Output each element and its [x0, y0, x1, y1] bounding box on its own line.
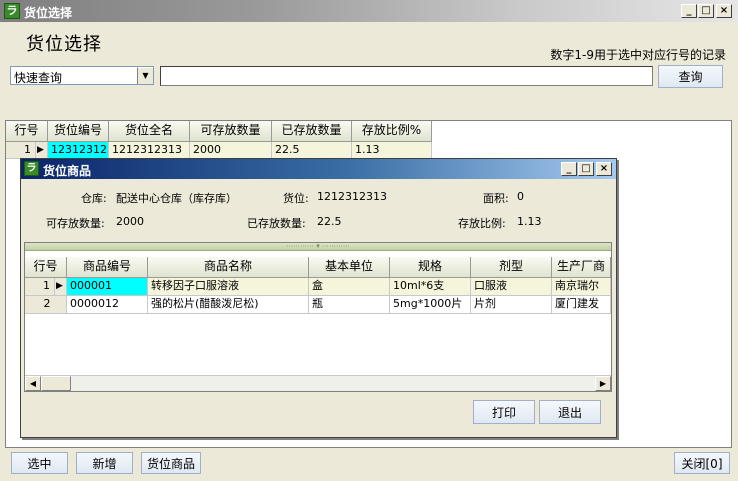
dialog-title: 货位商品 — [43, 164, 92, 178]
spec-cell[interactable]: 5mg*1000片 — [390, 296, 471, 314]
minimize-button[interactable]: _ — [681, 4, 697, 18]
ratio-cell[interactable]: 1.13 — [352, 142, 432, 159]
row-number: 1 — [6, 142, 36, 159]
exit-button[interactable]: 退出 — [539, 400, 601, 424]
query-mode-value: 快速查询 — [14, 71, 63, 85]
location-name-cell[interactable]: 1212312313 — [109, 142, 190, 159]
stored-label: 已存放数量: — [247, 217, 306, 230]
column-header[interactable]: 货位全名 — [109, 121, 190, 142]
capacity-label: 可存放数量: — [46, 217, 105, 230]
column-header[interactable]: 基本单位 — [309, 257, 390, 278]
horizontal-scrollbar[interactable]: ◀ ▶ — [25, 375, 611, 391]
row-number: 2 — [25, 296, 67, 314]
hint-text: 数字1-9用于选中对应行号的记录 — [550, 48, 726, 62]
column-header[interactable]: 生产厂商 — [552, 257, 611, 278]
column-header[interactable]: 行号 — [6, 121, 48, 142]
unit-cell[interactable]: 瓶 — [309, 296, 390, 314]
stored-value: 22.5 — [317, 215, 342, 228]
spec-cell[interactable]: 10ml*6支 — [390, 278, 471, 296]
goods-code-cell[interactable]: 000001 — [67, 278, 148, 296]
form-cell[interactable]: 片剂 — [471, 296, 552, 314]
add-button[interactable]: 新增 — [76, 452, 133, 474]
table-row[interactable]: 1 ▶ 000001 转移因子口服溶液 盒 10ml*6支 口服液 南京瑞尔 — [25, 278, 611, 296]
splitter-handle[interactable]: ⋯⋯⋯⋯ ▾ ⋯⋯⋯⋯ — [25, 243, 611, 251]
column-header[interactable]: 商品编号 — [67, 257, 148, 278]
query-button[interactable]: 查询 — [658, 65, 723, 88]
column-header[interactable]: 商品名称 — [148, 257, 309, 278]
column-header[interactable]: 货位编号 — [48, 121, 109, 142]
dialog-maximize-button[interactable]: □ — [578, 162, 594, 176]
close-button[interactable]: × — [716, 4, 732, 18]
dialog-minimize-button[interactable]: _ — [561, 162, 577, 176]
ratio-value: 1.13 — [517, 215, 542, 228]
goods-dialog: ラ 货位商品 _ □ × 仓库: 配送中心仓库（库存库） 货位: 1212312… — [20, 158, 617, 438]
goods-name-cell[interactable]: 强的松片(醋酸泼尼松) — [148, 296, 309, 314]
table-row[interactable]: 1 ▶ 123123123 1212312313 2000 22.5 1.13 — [6, 142, 432, 159]
column-header[interactable]: 规格 — [390, 257, 471, 278]
column-header[interactable]: 剂型 — [471, 257, 552, 278]
goods-grid-header: 行号 商品编号 商品名称 基本单位 规格 剂型 生产厂商 — [25, 257, 611, 278]
search-input[interactable] — [160, 66, 653, 86]
goods-code-cell[interactable]: 0000012 — [67, 296, 148, 314]
location-code-cell[interactable]: 123123123 — [48, 142, 109, 159]
row-number: 1 — [25, 278, 55, 296]
maker-cell[interactable]: 南京瑞尔 — [552, 278, 611, 296]
ratio-label: 存放比例: — [458, 217, 506, 230]
dialog-titlebar: ラ 货位商品 _ □ × — [21, 159, 616, 179]
capacity-value: 2000 — [116, 215, 144, 228]
app-icon: ラ — [4, 3, 20, 19]
table-row[interactable]: 2 0000012 强的松片(醋酸泼尼松) 瓶 5mg*1000片 片剂 厦门建… — [25, 296, 611, 314]
dialog-icon: ラ — [24, 161, 39, 176]
location-value: 1212312313 — [317, 190, 387, 203]
scrollbar-thumb[interactable] — [41, 376, 71, 391]
window-titlebar: ラ 货位选择 _ □ × — [0, 0, 738, 22]
goods-name-cell[interactable]: 转移因子口服溶液 — [148, 278, 309, 296]
maker-cell[interactable]: 厦门建发 — [552, 296, 611, 314]
warehouse-label: 仓库: — [81, 192, 107, 205]
print-button[interactable]: 打印 — [473, 400, 535, 424]
dialog-close-button[interactable]: × — [596, 162, 612, 176]
scroll-right-icon[interactable]: ▶ — [595, 376, 611, 391]
stored-cell[interactable]: 22.5 — [272, 142, 352, 159]
form-cell[interactable]: 口服液 — [471, 278, 552, 296]
row-indicator-icon: ▶ — [36, 142, 48, 159]
row-indicator-icon: ▶ — [55, 278, 67, 296]
capacity-cell[interactable]: 2000 — [190, 142, 272, 159]
area-label: 面积: — [483, 192, 509, 205]
query-mode-select[interactable]: 快速查询 ▼ — [10, 66, 154, 85]
column-header[interactable]: 可存放数量 — [190, 121, 272, 142]
maximize-button[interactable]: □ — [698, 4, 714, 18]
close-window-button[interactable]: 关闭[0] — [674, 452, 730, 474]
column-header[interactable]: 存放比例% — [352, 121, 432, 142]
unit-cell[interactable]: 盒 — [309, 278, 390, 296]
page-title: 货位选择 — [26, 34, 102, 55]
warehouse-value: 配送中心仓库（库存库） — [116, 192, 237, 205]
chevron-down-icon[interactable]: ▼ — [137, 67, 153, 84]
goods-grid[interactable]: ⋯⋯⋯⋯ ▾ ⋯⋯⋯⋯ 行号 商品编号 商品名称 基本单位 规格 剂型 生产厂商… — [24, 242, 612, 392]
column-header[interactable]: 行号 — [25, 257, 67, 278]
select-button[interactable]: 选中 — [11, 452, 68, 474]
column-header[interactable]: 已存放数量 — [272, 121, 352, 142]
area-value: 0 — [517, 190, 524, 203]
location-label: 货位: — [283, 192, 309, 205]
window-title: 货位选择 — [24, 6, 73, 20]
location-goods-button[interactable]: 货位商品 — [141, 452, 201, 474]
scroll-left-icon[interactable]: ◀ — [25, 376, 41, 391]
